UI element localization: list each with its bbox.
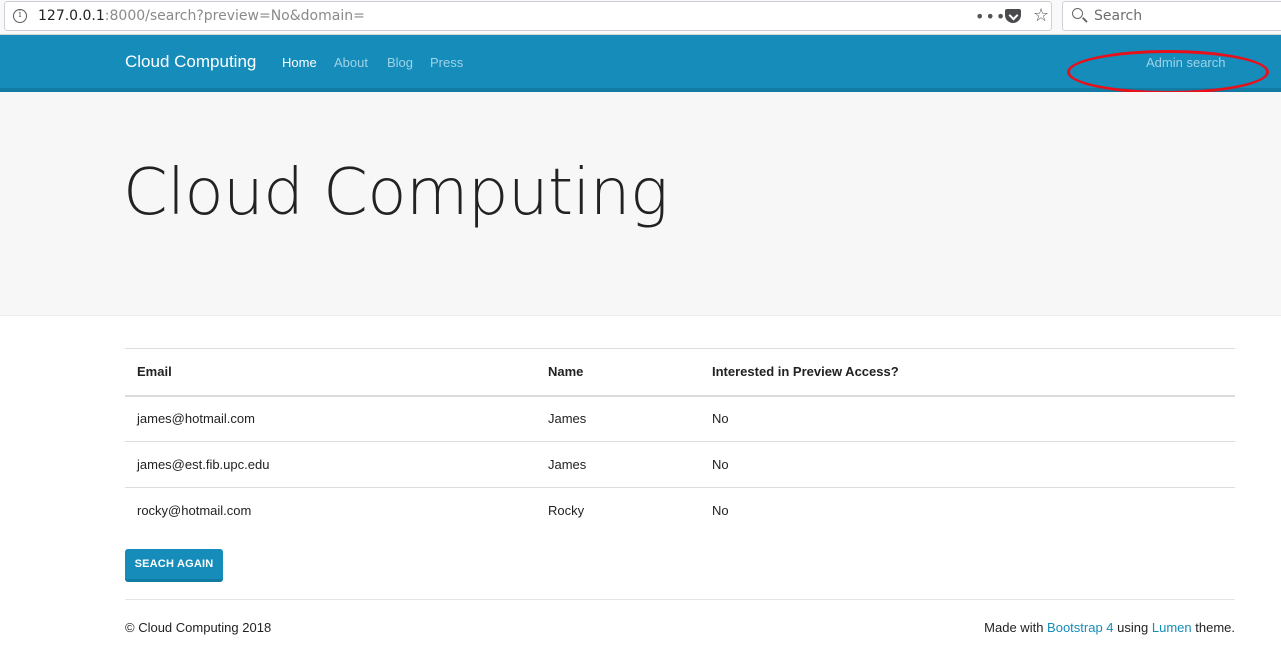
column-header-preview-access: Interested in Preview Access? <box>700 348 1235 397</box>
bookmark-star-icon[interactable]: ☆ <box>1033 5 1049 26</box>
footer-made-with-text: Made with <box>984 620 1044 635</box>
nav-link-press[interactable]: Press <box>430 55 463 70</box>
footer-theme-text: theme. <box>1195 620 1235 635</box>
pocket-icon[interactable] <box>1005 9 1021 23</box>
table-row: james@est.fib.upc.edu James No <box>125 441 1235 488</box>
table-header-row: Email Name Interested in Preview Access? <box>125 348 1235 397</box>
nav-link-home[interactable]: Home <box>282 55 317 70</box>
results-table: Email Name Interested in Preview Access?… <box>125 348 1235 534</box>
cell-preview-access: No <box>712 503 729 519</box>
table-row: rocky@hotmail.com Rocky No <box>125 488 1235 534</box>
cell-preview-access: No <box>700 441 1235 488</box>
search-icon <box>1072 8 1083 19</box>
bootstrap-link[interactable]: Bootstrap 4 <box>1047 620 1114 635</box>
cell-preview-access: No <box>700 395 1235 442</box>
cell-name: James <box>536 395 700 442</box>
page-actions-icon[interactable]: ••• <box>975 7 1006 26</box>
footer-using-text: using <box>1117 620 1149 635</box>
cell-email: james@hotmail.com <box>125 395 536 442</box>
browser-search-box[interactable]: Search <box>1062 1 1281 31</box>
url-bar[interactable]: i 127.0.0.1:8000/search?preview=No&domai… <box>4 1 1052 31</box>
search-placeholder: Search <box>1094 8 1143 24</box>
info-icon[interactable]: i <box>13 9 27 23</box>
cell-name: James <box>536 441 700 488</box>
page-title: Cloud Computing <box>123 156 668 230</box>
highlight-annotation-ellipse <box>1067 50 1269 94</box>
footer-copyright: © Cloud Computing 2018 <box>125 620 272 635</box>
jumbotron: Cloud Computing <box>0 92 1281 316</box>
navbar-brand[interactable]: Cloud Computing <box>125 52 256 72</box>
url-host: 127.0.0.1 <box>38 8 105 24</box>
url-path: :8000/search?preview=No&domain= <box>104 8 365 24</box>
footer-credits: Made with Bootstrap 4 using Lumen theme. <box>984 620 1235 635</box>
navbar: Cloud Computing Home About Blog Press Ad… <box>0 35 1281 94</box>
nav-link-about[interactable]: About <box>334 55 368 70</box>
cell-email: james@est.fib.upc.edu <box>125 441 536 488</box>
cell-name: Rocky <box>548 503 585 519</box>
footer-divider <box>125 599 1235 600</box>
column-header-name: Name <box>536 348 700 397</box>
url-text[interactable]: 127.0.0.1:8000/search?preview=No&domain= <box>38 8 365 24</box>
search-again-button[interactable]: SEACH AGAIN <box>125 549 223 582</box>
cell-email: rocky@hotmail.com <box>137 503 252 519</box>
table-row: james@hotmail.com James No <box>125 395 1235 442</box>
lumen-link[interactable]: Lumen <box>1152 620 1192 635</box>
nav-link-blog[interactable]: Blog <box>387 55 413 70</box>
column-header-email: Email <box>125 348 536 397</box>
browser-toolbar: i 127.0.0.1:8000/search?preview=No&domai… <box>0 0 1281 35</box>
